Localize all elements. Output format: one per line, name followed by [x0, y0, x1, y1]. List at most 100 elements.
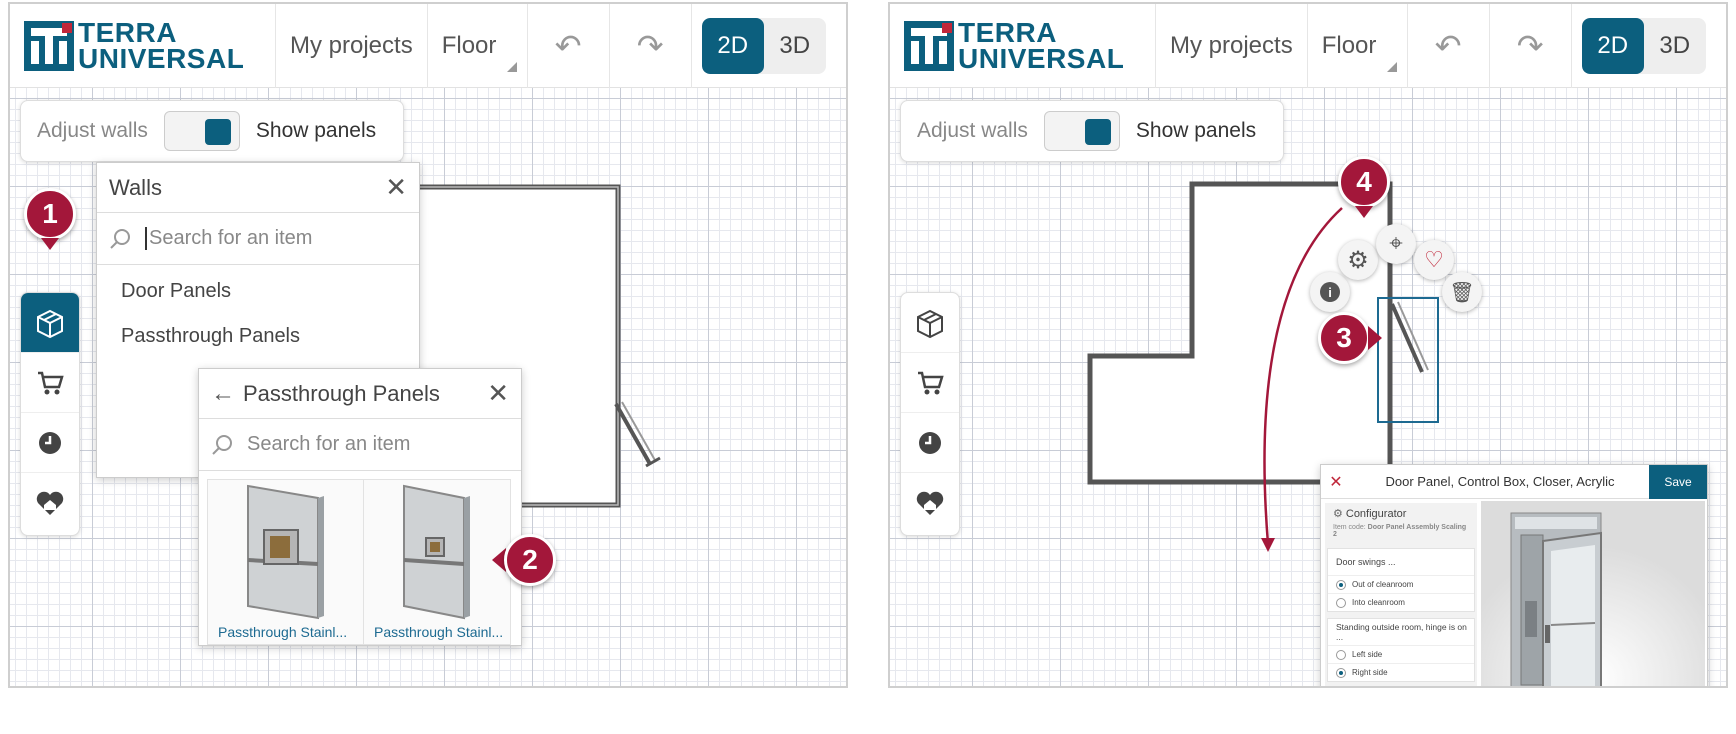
view-2d-button[interactable]: 2D	[701, 17, 764, 74]
gear-icon: ⚙	[1333, 508, 1343, 520]
info-button[interactable]: i	[1310, 272, 1350, 312]
favorites-button[interactable]	[901, 473, 959, 533]
cart-button[interactable]	[21, 353, 79, 413]
redo-icon: ↷	[1516, 27, 1544, 64]
brand-logo[interactable]: TERRA UNIVERSAL	[10, 4, 276, 88]
info-icon: i	[1320, 282, 1340, 302]
left-screenshot: TERRA UNIVERSAL My projects Floor ↶ ↷ 2D …	[8, 2, 848, 688]
history-clock-icon	[39, 431, 61, 454]
favorites-button[interactable]	[21, 473, 79, 533]
cart-icon	[918, 371, 944, 394]
radio-selected-icon	[1336, 667, 1346, 678]
gear-icon: ⚙	[1347, 246, 1369, 274]
top-toolbar: TERRA UNIVERSAL My projects Floor ↶ ↷ 2D …	[10, 4, 846, 88]
step-marker-4: 4	[1338, 156, 1390, 208]
redo-button[interactable]: ↷	[610, 4, 692, 88]
step-marker-3: 3	[1318, 312, 1370, 364]
passthrough-panel-image	[247, 484, 324, 620]
right-screenshot: TERRA UNIVERSAL My projects Floor ↶ ↷ 2D …	[888, 2, 1728, 688]
delete-button[interactable]: 🗑	[1442, 272, 1482, 312]
logo-mark-icon	[24, 20, 74, 71]
hinge-side-question: Standing outside room, hinge is on ...	[1336, 622, 1467, 642]
undo-button[interactable]: ↶	[1408, 4, 1490, 88]
view-2d-button[interactable]: 2D	[1581, 17, 1644, 74]
logo-mark-icon	[904, 20, 954, 71]
step-marker-2: 2	[504, 534, 556, 586]
wall-options-bar: Adjust walls Show panels	[20, 100, 404, 162]
locate-button[interactable]: ⌖	[1376, 224, 1416, 264]
close-icon[interactable]: ✕	[487, 378, 509, 409]
door-swing[interactable]	[1390, 303, 1424, 373]
brand-line1: TERRA	[78, 16, 177, 48]
settings-button[interactable]: ⚙	[1338, 240, 1378, 280]
radio-selected-icon	[1336, 579, 1346, 590]
redo-icon: ↷	[636, 27, 664, 64]
option-left-side[interactable]: Left side	[1328, 645, 1474, 663]
list-item-passthrough-panels[interactable]: Passthrough Panels	[97, 314, 419, 359]
back-arrow-icon[interactable]: ←	[211, 380, 235, 408]
side-menu	[900, 292, 960, 536]
walls-search-placeholder: Search for an item	[145, 227, 312, 250]
dropdown-corner-icon	[1386, 61, 1397, 72]
search-icon	[212, 434, 232, 455]
option-label: Right side	[1352, 668, 1388, 677]
product-card[interactable]: Passthrough Stainl...	[363, 479, 511, 645]
cart-button[interactable]	[901, 353, 959, 413]
door-panel-3d-preview	[1481, 501, 1705, 686]
option-right-side[interactable]: Right side	[1328, 663, 1474, 681]
close-icon[interactable]: ✕	[385, 172, 407, 203]
floor-label: Floor	[441, 31, 497, 59]
view-mode-toggle: 2D 3D	[701, 17, 826, 74]
door-swing-question: Door swings ...	[1336, 557, 1396, 567]
catalog-box-button[interactable]	[901, 293, 959, 353]
undo-icon: ↶	[554, 27, 582, 64]
my-projects-link[interactable]: My projects	[1156, 4, 1308, 88]
history-button[interactable]	[901, 413, 959, 473]
catalog-box-button[interactable]	[21, 293, 79, 353]
option-out-of-cleanroom[interactable]: Out of cleanroom	[1328, 575, 1474, 593]
floor-dropdown[interactable]: Floor	[428, 4, 528, 88]
redo-button[interactable]: ↷	[1490, 4, 1572, 88]
list-item-door-panels[interactable]: Door Panels	[97, 269, 419, 314]
heart-icon: ♡	[1424, 247, 1444, 272]
locate-icon: ⌖	[1389, 230, 1403, 257]
cart-icon	[38, 371, 64, 394]
show-panels-switch[interactable]	[163, 111, 240, 151]
catalog-box-icon	[917, 309, 943, 338]
walls-search-input[interactable]: Search for an item	[97, 213, 419, 265]
history-button[interactable]	[21, 413, 79, 473]
option-label: Out of cleanroom	[1352, 580, 1414, 589]
dropdown-corner-icon	[506, 61, 517, 72]
my-projects-link[interactable]: My projects	[276, 4, 428, 88]
option-into-cleanroom[interactable]: Into cleanroom	[1328, 593, 1474, 611]
show-panels-switch[interactable]	[1043, 111, 1120, 151]
option-label: Left side	[1352, 650, 1383, 659]
product-card[interactable]: Passthrough Stainl...	[207, 479, 369, 645]
top-toolbar: TERRA UNIVERSAL My projects Floor ↶ ↷ 2D …	[890, 4, 1726, 88]
undo-button[interactable]: ↶	[528, 4, 610, 88]
walls-popup-title: Walls	[109, 174, 162, 200]
configurator-section-label: Configurator	[1345, 507, 1407, 520]
show-panels-label: Show panels	[255, 119, 377, 142]
history-clock-icon	[919, 431, 941, 454]
passthrough-popup-title: Passthrough Panels	[243, 380, 440, 406]
close-icon[interactable]: ✕	[1321, 472, 1351, 492]
door-swing[interactable]	[614, 403, 652, 465]
save-button[interactable]: Save	[1649, 464, 1707, 499]
brand-logo[interactable]: TERRA UNIVERSAL	[890, 4, 1156, 88]
favorite-home-icon	[916, 491, 944, 515]
brand-line2: UNIVERSAL	[78, 42, 245, 74]
passthrough-search-input[interactable]: Search for an item	[199, 419, 521, 471]
passthrough-panel-image	[403, 484, 470, 620]
passthrough-popup: ← Passthrough Panels ✕ Search for an ite…	[198, 368, 522, 646]
view-3d-button[interactable]: 3D	[1644, 18, 1706, 74]
brand-line2: UNIVERSAL	[958, 42, 1125, 74]
brand-line1: TERRA	[958, 16, 1057, 48]
radio-icon	[1336, 649, 1346, 660]
search-icon	[110, 228, 130, 249]
view-3d-button[interactable]: 3D	[764, 18, 826, 74]
adjust-walls-label: Adjust walls	[917, 119, 1028, 142]
favorite-button[interactable]: ♡	[1414, 240, 1454, 280]
product-caption: Passthrough Stainl...	[374, 624, 504, 640]
floor-dropdown[interactable]: Floor	[1308, 4, 1408, 88]
